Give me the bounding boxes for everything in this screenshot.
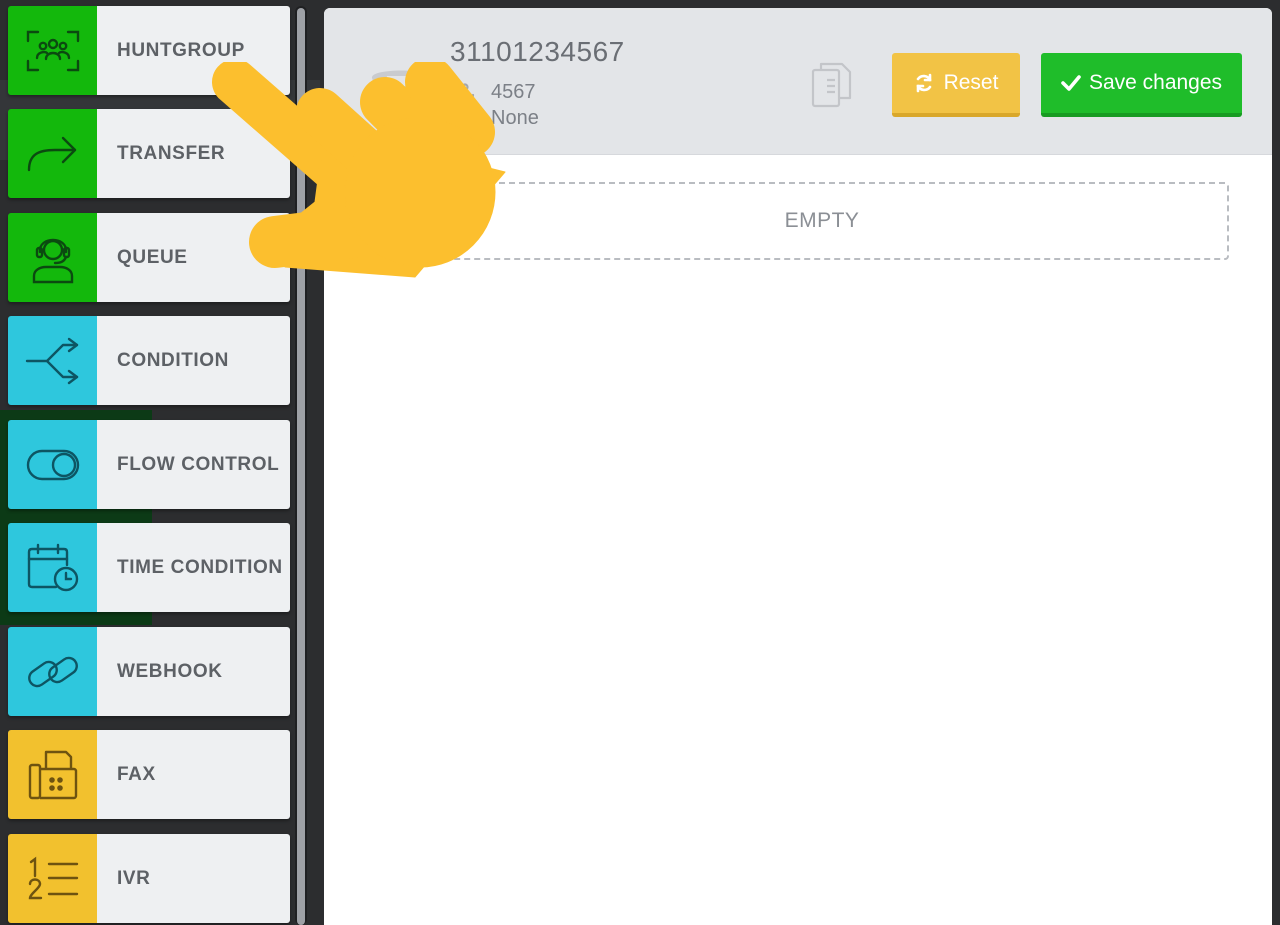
checkmark-icon — [1061, 75, 1081, 91]
palette-item-ivr[interactable]: IVR — [8, 834, 290, 923]
palette-item-flow-control[interactable]: FLOW CONTROL — [8, 420, 290, 509]
copy-icon[interactable] — [810, 60, 854, 115]
empty-drop-zone[interactable]: EMPTY — [415, 182, 1229, 260]
palette-item-webhook[interactable]: WEBHOOK — [8, 627, 290, 716]
save-changes-button[interactable]: Save changes — [1041, 53, 1242, 117]
toggle-icon — [8, 420, 97, 509]
save-label: Save changes — [1088, 71, 1223, 94]
branch-split-icon — [8, 316, 97, 405]
refresh-icon — [916, 73, 931, 93]
palette-item-condition[interactable]: CONDITION — [8, 316, 290, 405]
drop-zone-label: EMPTY — [784, 209, 860, 232]
numbered-list-icon — [8, 834, 97, 923]
palette-item-label: FLOW CONTROL — [97, 420, 290, 509]
huntgroup-icon — [8, 6, 97, 95]
pointing-hand-icon — [205, 57, 515, 292]
palette-item-label: CONDITION — [97, 316, 290, 405]
fax-icon — [8, 730, 97, 819]
palette-item-fax[interactable]: FAX — [8, 730, 290, 819]
reset-label: Reset — [943, 71, 999, 94]
calendar-clock-icon — [8, 523, 97, 612]
reset-button[interactable]: Reset — [892, 53, 1020, 117]
headset-agent-icon — [8, 213, 97, 302]
palette-item-label: TIME CONDITION — [97, 523, 290, 612]
transfer-arrow-icon — [8, 109, 97, 198]
palette-item-label: WEBHOOK — [97, 627, 290, 716]
palette-item-time-condition[interactable]: TIME CONDITION — [8, 523, 290, 612]
palette-item-label: IVR — [97, 834, 290, 923]
link-icon — [8, 627, 97, 716]
palette-item-label: FAX — [97, 730, 290, 819]
